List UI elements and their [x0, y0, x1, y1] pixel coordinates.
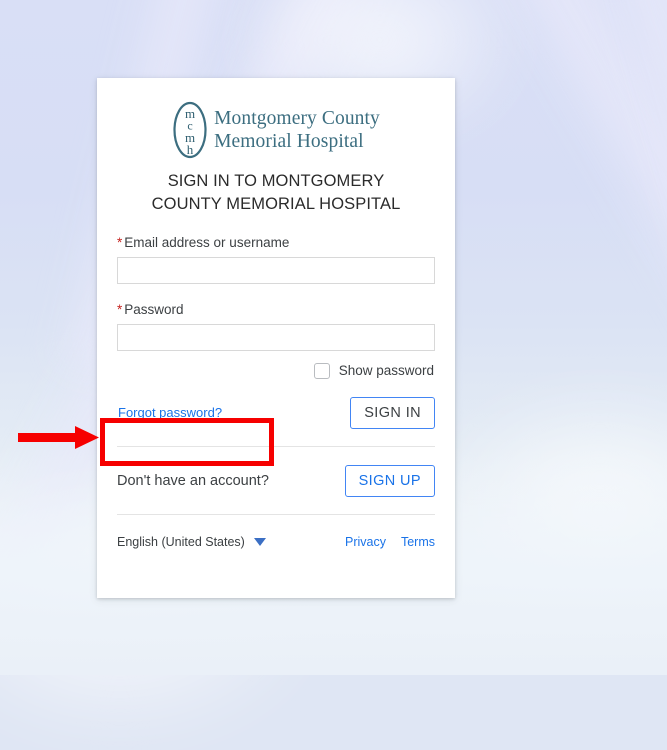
- hospital-logo: m c m h Montgomery County Memorial Hospi…: [117, 78, 435, 159]
- card-footer: English (United States) Privacy Terms: [117, 531, 435, 553]
- hospital-name: Montgomery County Memorial Hospital: [214, 107, 380, 153]
- signin-action-row: Forgot password? SIGN IN: [117, 396, 435, 430]
- password-field-group: * Password: [117, 302, 435, 351]
- required-asterisk: *: [117, 234, 123, 250]
- show-password-row[interactable]: Show password: [117, 362, 435, 379]
- annotation-arrow-icon: [18, 426, 99, 449]
- show-password-label: Show password: [338, 363, 434, 379]
- password-label-text: Password: [124, 301, 184, 317]
- terms-link[interactable]: Terms: [401, 535, 435, 549]
- hospital-name-line2: Memorial Hospital: [214, 131, 364, 152]
- page-title: SIGN IN TO MONTGOMERY COUNTY MEMORIAL HO…: [151, 172, 401, 214]
- login-card: m c m h Montgomery County Memorial Hospi…: [97, 78, 455, 598]
- language-label: English (United States): [117, 534, 245, 549]
- legal-links: Privacy Terms: [345, 535, 435, 549]
- show-password-checkbox[interactable]: [313, 362, 330, 379]
- required-asterisk: *: [117, 301, 123, 317]
- email-input[interactable]: [117, 256, 435, 284]
- email-field-group: * Email address or username: [117, 235, 435, 284]
- hospital-name-line1: Montgomery County: [214, 108, 380, 129]
- mcmh-monogram-icon: m c m h: [173, 101, 207, 159]
- sign-up-button[interactable]: SIGN UP: [344, 464, 435, 497]
- privacy-link[interactable]: Privacy: [345, 535, 386, 549]
- svg-text:h: h: [187, 142, 194, 157]
- forgot-password-link[interactable]: Forgot password?: [117, 405, 222, 420]
- signup-prompt: Don't have an account?: [117, 472, 269, 489]
- divider: [117, 513, 435, 515]
- divider: [117, 445, 435, 447]
- language-selector[interactable]: English (United States): [117, 535, 266, 549]
- email-label-text: Email address or username: [124, 234, 290, 250]
- password-input[interactable]: [117, 323, 435, 351]
- email-field-label: * Email address or username: [117, 235, 435, 250]
- password-field-label: * Password: [117, 302, 435, 317]
- signup-row: Don't have an account? SIGN UP: [117, 464, 435, 498]
- chevron-down-icon[interactable]: [253, 537, 266, 546]
- sign-in-button[interactable]: SIGN IN: [350, 396, 435, 429]
